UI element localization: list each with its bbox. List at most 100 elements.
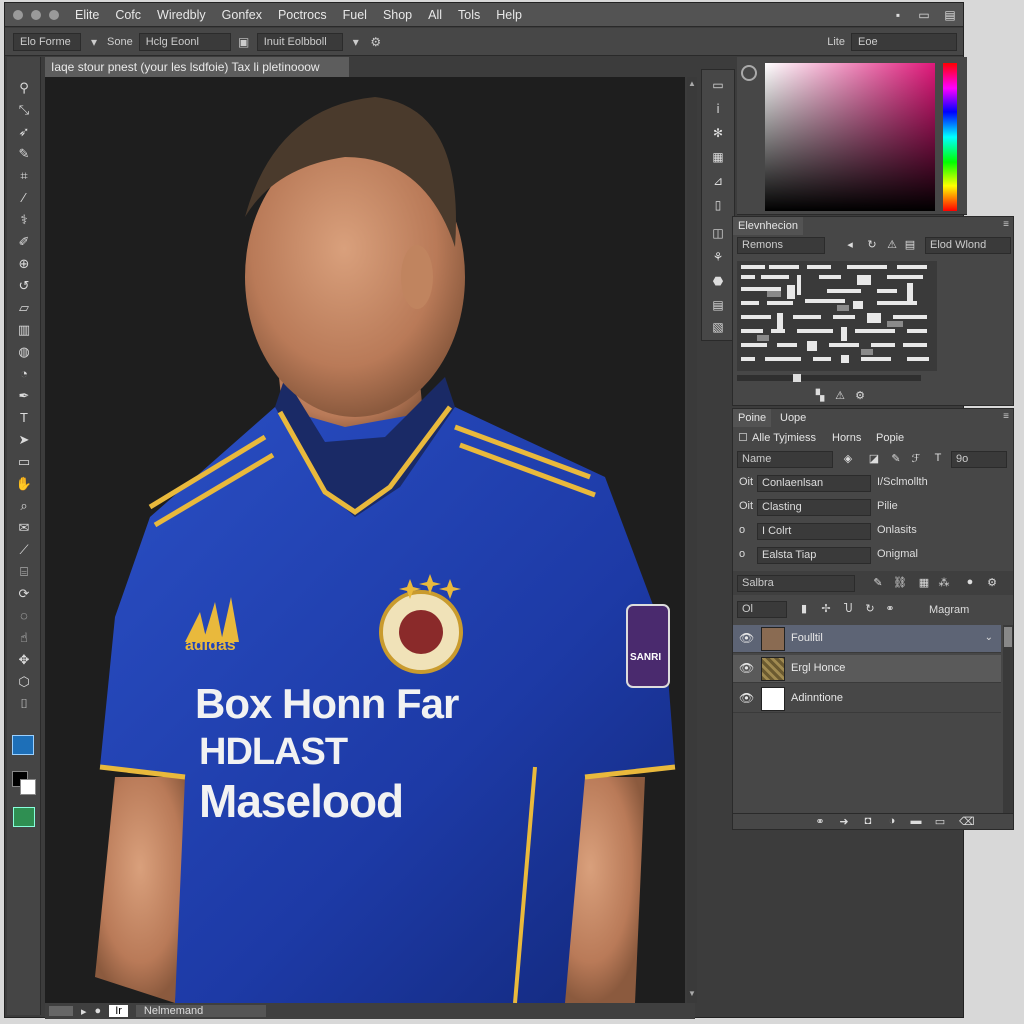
- new-layer-icon[interactable]: ▭: [933, 815, 947, 828]
- stamp-tool-icon[interactable]: ⊕: [14, 255, 34, 273]
- hue-slider[interactable]: [943, 63, 957, 211]
- blend-mode-dropdown[interactable]: Salbra: [737, 575, 855, 592]
- sponge-tool-icon[interactable]: ◌: [14, 607, 34, 625]
- heal-tool-icon[interactable]: ⚕: [14, 211, 34, 229]
- size-field[interactable]: Hclg Eoonl: [138, 32, 231, 51]
- tab-uope[interactable]: Uope: [775, 409, 811, 427]
- group-icon[interactable]: ▬: [909, 815, 923, 827]
- trash-icon[interactable]: ⌫: [959, 815, 975, 828]
- adjustment-filter-icon[interactable]: ◪: [867, 452, 881, 465]
- marquee-tool-icon[interactable]: ⤡: [14, 101, 34, 119]
- brush-icon[interactable]: ✎: [871, 576, 885, 589]
- window-minimize-button[interactable]: ▪: [885, 8, 911, 22]
- screen-mode-icon[interactable]: [13, 807, 35, 827]
- eyedropper-tool-icon[interactable]: ⁄: [14, 189, 34, 207]
- subtab-all-types[interactable]: Alle Tyjmiess: [747, 429, 821, 447]
- window-restore-button[interactable]: ▭: [911, 8, 937, 22]
- rotate-tool-icon[interactable]: ⟳: [14, 585, 34, 603]
- menu-item-tols[interactable]: Tols: [450, 8, 488, 22]
- refresh-cache-icon[interactable]: ⚙: [853, 389, 867, 402]
- link-layers-icon[interactable]: ⚭: [813, 815, 827, 828]
- zoom-field[interactable]: [49, 1006, 73, 1016]
- lock-pixels-icon[interactable]: ▮: [797, 602, 811, 615]
- chevron-down-icon[interactable]: ▾: [349, 35, 363, 49]
- zoom-tool-icon[interactable]: ⌕: [14, 497, 34, 515]
- lasso-tool-icon[interactable]: ➶: [14, 123, 34, 141]
- scroll-down-icon[interactable]: ▼: [688, 989, 696, 998]
- play-icon[interactable]: ▸: [81, 1005, 87, 1018]
- brush-filter-icon[interactable]: ✎: [889, 452, 903, 465]
- tab-poine[interactable]: Poine: [733, 409, 772, 427]
- layer-row[interactable]: 👁 Ergl Honce: [733, 655, 1001, 683]
- ruler-tool-icon[interactable]: ⟋: [14, 541, 34, 559]
- menu-item-elite[interactable]: Elite: [67, 8, 107, 22]
- property-field[interactable]: I Colrt: [757, 523, 871, 540]
- eye-icon[interactable]: 👁: [739, 631, 754, 645]
- document-canvas[interactable]: adidas SANRI Box Honn Far HDLAST Maseloo…: [45, 77, 685, 1003]
- tab-histogram[interactable]: Elevnhecion: [733, 217, 803, 235]
- property-field[interactable]: Conlaenlsan: [757, 475, 871, 492]
- menu-item-gonfex[interactable]: Gonfex: [214, 8, 270, 22]
- subtab-popie[interactable]: Popie: [871, 429, 909, 447]
- scroll-up-icon[interactable]: ▲: [688, 79, 696, 88]
- menu-item-poctrocs[interactable]: Poctrocs: [270, 8, 335, 22]
- chevron-down-icon[interactable]: ▾: [87, 35, 101, 49]
- checkbox-icon[interactable]: ▣: [237, 35, 251, 49]
- layers-scrollbar-thumb[interactable]: [1004, 627, 1012, 647]
- eye-icon[interactable]: 👁: [739, 661, 754, 675]
- pen-tool-icon[interactable]: ✒: [14, 387, 34, 405]
- brushes-panel-icon[interactable]: ✻: [710, 126, 726, 142]
- lock-artboard-icon[interactable]: ↻: [863, 602, 877, 615]
- fx-icon[interactable]: ➜: [837, 815, 851, 828]
- history-brush-tool-icon[interactable]: ↺: [14, 277, 34, 295]
- zoom-dot-icon[interactable]: [49, 9, 59, 20]
- layer-row[interactable]: 👁 Foulltil ⌄: [733, 625, 1001, 653]
- note-tool-icon[interactable]: ✉: [14, 519, 34, 537]
- color-mode-icon[interactable]: [741, 65, 757, 81]
- styles-panel-icon[interactable]: ⊿: [710, 174, 726, 190]
- record-icon[interactable]: ●: [95, 1005, 102, 1017]
- style-field[interactable]: Inuit Eolbboll: [256, 32, 343, 51]
- saturation-brightness-field[interactable]: [765, 63, 935, 211]
- close-dot-icon[interactable]: [13, 9, 23, 20]
- canvas-vertical-scrollbar[interactable]: ▲ ▼: [687, 77, 697, 1003]
- eraser-tool-icon[interactable]: ▱: [14, 299, 34, 317]
- refresh-icon[interactable]: ↻: [865, 238, 879, 251]
- italic-filter-icon[interactable]: ℱ: [909, 452, 923, 465]
- histogram-slider-thumb[interactable]: [793, 374, 801, 382]
- filter-value-field[interactable]: 9o: [951, 451, 1007, 468]
- blur-tool-icon[interactable]: ◍: [14, 343, 34, 361]
- link-icon[interactable]: ⛓: [893, 576, 907, 589]
- menu-item-fuel[interactable]: Fuel: [335, 8, 375, 22]
- path-selection-tool-icon[interactable]: ➤: [14, 431, 34, 449]
- property-field[interactable]: Ealsta Tiap: [757, 547, 871, 564]
- circle-icon[interactable]: ●: [963, 576, 977, 588]
- paragraph-panel-icon[interactable]: ▤: [710, 298, 726, 314]
- opacity-field[interactable]: Ol: [737, 601, 787, 618]
- swap-icon[interactable]: ▚: [813, 389, 827, 402]
- pattern-icon[interactable]: ⁂: [937, 576, 951, 589]
- swatches-panel-icon[interactable]: ▦: [710, 150, 726, 166]
- character-panel-icon[interactable]: ⬣: [710, 274, 726, 290]
- smudge-tool-icon[interactable]: ☝: [14, 629, 34, 647]
- crop-tool-icon[interactable]: ⌗: [14, 167, 34, 185]
- menu-item-all[interactable]: All: [420, 8, 450, 22]
- layer-row[interactable]: 👁 Adinntione: [733, 685, 1001, 713]
- chevron-down-icon[interactable]: ⌄: [985, 632, 993, 643]
- lock-position-icon[interactable]: Ⴎ: [841, 602, 855, 615]
- alert-icon[interactable]: ⚠: [833, 389, 847, 402]
- histogram-slider[interactable]: [737, 374, 921, 382]
- panel-menu-icon[interactable]: ≡: [1003, 219, 1009, 230]
- color-sampler-tool-icon[interactable]: ✥: [14, 651, 34, 669]
- subtab-horns[interactable]: Horns: [827, 429, 866, 447]
- info-panel-icon[interactable]: ⅰ: [710, 102, 726, 118]
- document-tab[interactable]: Iaqe stour pnest (your les lsdfoie) Tax …: [45, 57, 349, 77]
- eye-icon[interactable]: 👁: [739, 691, 754, 705]
- gear-icon[interactable]: ⚙: [369, 35, 383, 49]
- lock-paint-icon[interactable]: ✢: [819, 602, 833, 615]
- type-tool-icon[interactable]: T: [14, 409, 34, 427]
- 3d-tool-icon[interactable]: ⬡: [14, 673, 34, 691]
- type-filter-icon[interactable]: T: [931, 452, 945, 464]
- shape-tool-icon[interactable]: ▭: [14, 453, 34, 471]
- warning-icon[interactable]: ⚠: [885, 238, 899, 251]
